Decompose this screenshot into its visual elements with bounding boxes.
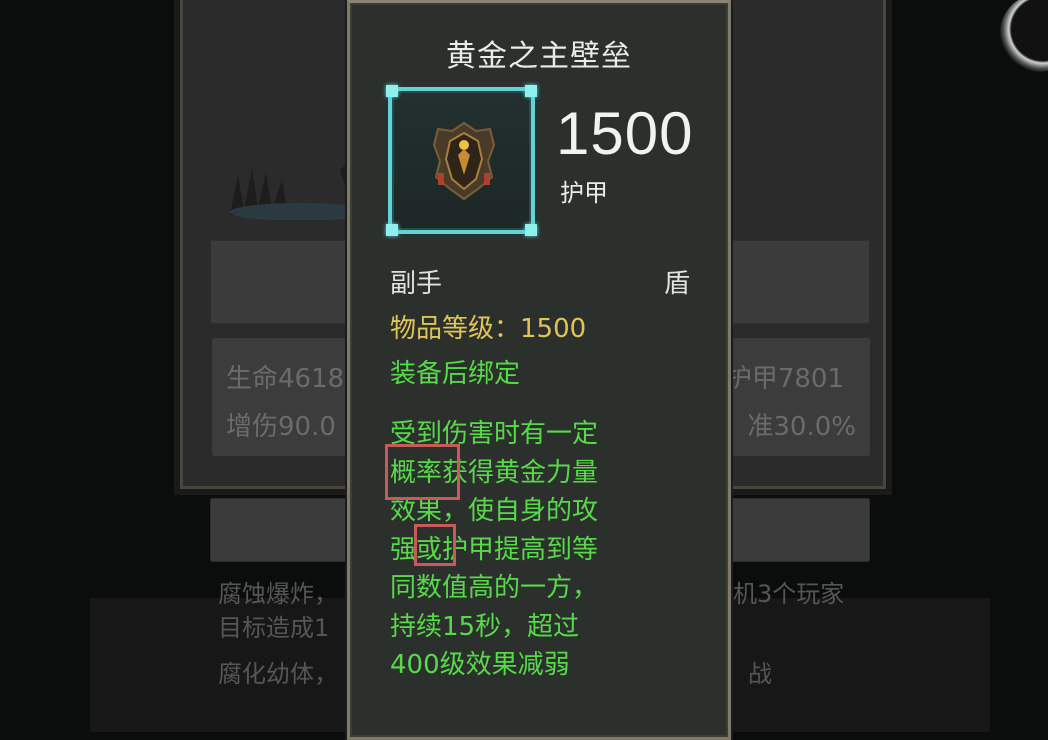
orb-button[interactable] [1000, 0, 1048, 72]
bg-stat-right-1: 护甲7801 [725, 364, 844, 394]
bg-desc-line-2-left: 目标造成1 [218, 614, 330, 642]
bg-desc-line-1-right: 机3个玩家 [733, 580, 845, 608]
item-level: 物品等级：1500 [390, 314, 587, 344]
bg-stat-right-2: 准30.0% [747, 412, 856, 442]
item-type: 盾 [663, 269, 690, 299]
item-title: 黄金之主壁垒 [446, 39, 632, 74]
armor-label: 护甲 [560, 179, 608, 207]
armor-value: 1500 [556, 100, 694, 167]
highlight-box-probability [385, 444, 460, 500]
effect-line: 持续15秒，超过 [390, 611, 580, 642]
bg-desc-line-3-left: 腐化幼体， [218, 660, 338, 688]
highlight-box-or [414, 524, 456, 566]
bg-desc-line-1-left: 腐蚀爆炸， [218, 580, 338, 608]
shield-icon [432, 121, 496, 201]
bg-stat-left-2: 增伤90.0 [226, 412, 336, 442]
bg-stat-left-1: 生命4618 [226, 364, 345, 394]
bg-desc-line-3-right: 战 [748, 660, 772, 688]
effect-line: 400级效果减弱 [390, 650, 570, 680]
background-scene [230, 165, 370, 220]
item-slot: 副手 [390, 269, 443, 299]
item-icon-frame [386, 85, 537, 236]
effect-line: 同数值高的一方， [390, 573, 599, 603]
bind-text: 装备后绑定 [390, 359, 521, 389]
item-tooltip: 黄金之主壁垒 1500 护甲 副手 盾 物品等级：1500 装备后绑定 受到伤害… [347, 0, 731, 740]
